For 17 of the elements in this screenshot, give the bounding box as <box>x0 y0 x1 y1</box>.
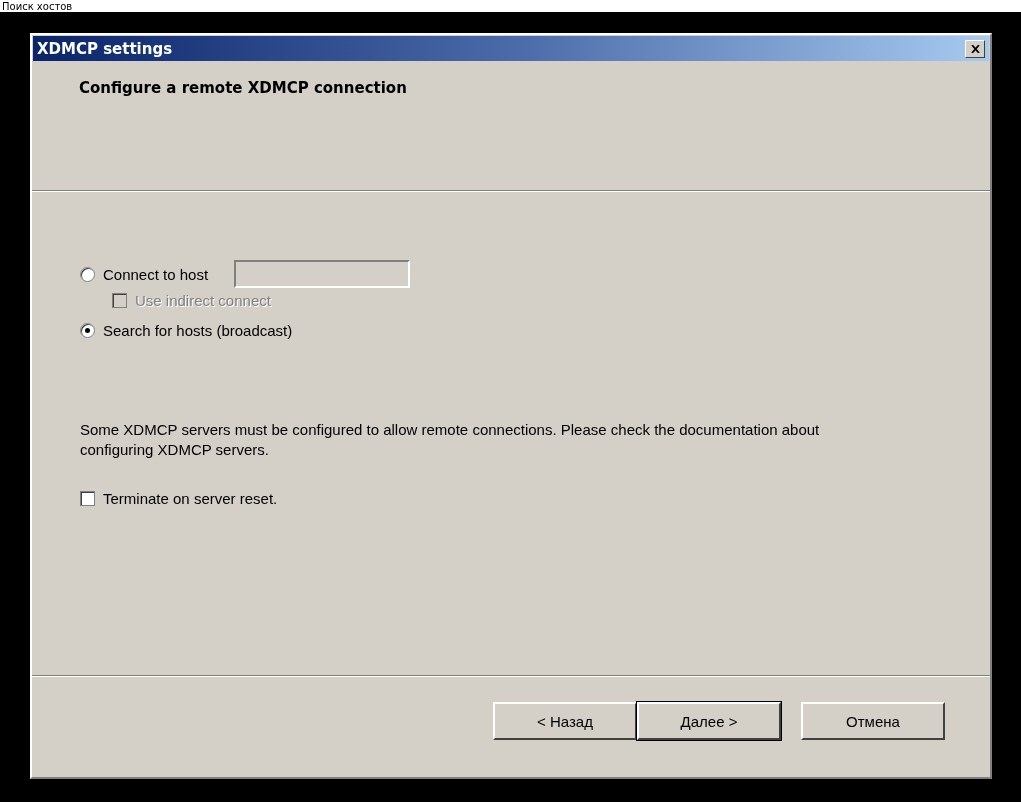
radio-button[interactable] <box>80 266 95 282</box>
host-input-field[interactable] <box>234 260 411 288</box>
window-title: XDMCP settings <box>37 39 173 58</box>
header-title: Configure a remote XDMCP connection <box>79 79 407 97</box>
radio-label: Connect to host <box>103 265 209 283</box>
checkbox-label: Terminate on server reset. <box>103 489 278 507</box>
dialog-button[interactable]: Отмена <box>801 702 945 740</box>
close-button[interactable] <box>965 39 985 58</box>
close-icon <box>970 44 980 53</box>
checkbox-label: Use indirect connect <box>135 291 271 309</box>
checkbox[interactable] <box>80 490 95 506</box>
dialog-button[interactable]: Далее > <box>637 702 781 740</box>
dialog-button[interactable]: < Назад <box>493 702 637 740</box>
page-caption: Поиск хостов <box>2 1 73 12</box>
info-text: Some XDMCP servers must be configured to allow remote connections. Please check the documentation about configuring XDMCP servers. <box>80 420 821 460</box>
radio-label: Search for hosts (broadcast) <box>103 321 293 339</box>
radio-button[interactable] <box>80 322 95 338</box>
